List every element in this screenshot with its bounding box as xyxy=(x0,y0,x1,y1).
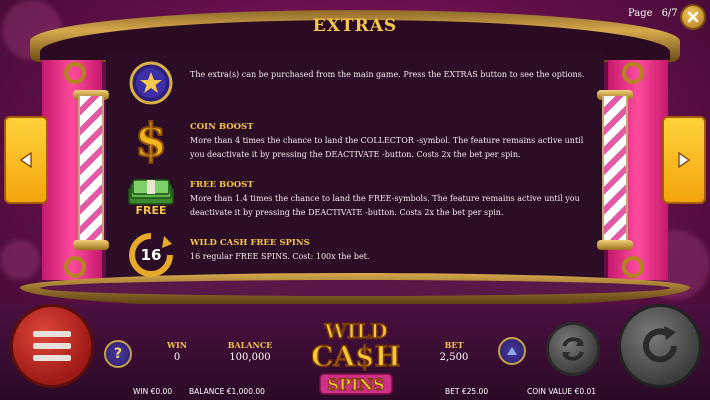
next-page-button[interactable] xyxy=(662,116,706,204)
candy-pillar-right xyxy=(602,96,628,242)
wild-cash-text: WILD CASH FREE SPINS 16 regular FREE SPI… xyxy=(190,230,590,264)
intro-row: The extra(s) can be purchased from the m… xyxy=(126,58,590,108)
free-boost-text: FREE BOOST More than 1.4 times the chanc… xyxy=(190,172,590,220)
bet-display: BET 2,500 xyxy=(434,340,474,363)
logo-text-cash: CA$H xyxy=(312,340,400,373)
bet-value: 2,500 xyxy=(439,352,469,363)
balance-label: BALANCE xyxy=(227,340,273,350)
balance-value: 100,000 xyxy=(229,352,271,363)
free-boost-description: More than 1.4 times the chance to land t… xyxy=(190,194,580,217)
autoplay-icon xyxy=(562,337,584,361)
win-value: 0 xyxy=(173,352,181,363)
bet-label: BET xyxy=(444,340,464,350)
close-button[interactable] xyxy=(680,4,706,30)
autoplay-button[interactable] xyxy=(546,322,600,376)
extras-star-badge xyxy=(126,58,176,108)
coin-boost-description: More than 4 times the chance to land the… xyxy=(190,136,584,159)
pillar-scroll-right-top xyxy=(622,62,644,84)
pillar-scroll-right-bottom xyxy=(622,256,644,278)
help-button[interactable]: ? xyxy=(104,340,132,368)
wild-cash-row: 16 WILD CASH FREE SPINS 16 regular FREE … xyxy=(126,230,590,280)
pillar-cap-left-bottom xyxy=(73,240,109,250)
free-boost-badge: FREE xyxy=(126,172,176,222)
bet-increase-button[interactable] xyxy=(498,337,526,365)
wild-cash-spins-logo: WILD CA$H SPINS xyxy=(312,318,400,395)
win-label: WIN xyxy=(166,340,188,350)
stage-floor xyxy=(40,280,670,296)
help-icon: ? xyxy=(113,346,123,362)
pillar-scroll-left-bottom xyxy=(64,256,86,278)
coin-boost-badge: $ xyxy=(126,114,176,164)
coin-boost-text: COIN BOOST More than 4 times the chance … xyxy=(190,114,590,162)
arrow-left-icon xyxy=(19,151,32,169)
page-indicator: Page 6/7 xyxy=(628,8,687,19)
free-spins-badge: 16 xyxy=(126,230,176,280)
dollar-icon: $ xyxy=(134,114,168,164)
close-icon xyxy=(687,11,699,23)
bet-money: BET €25.00 xyxy=(445,387,489,396)
page-label: Page xyxy=(628,8,653,19)
coin-value: COIN VALUE €0.01 xyxy=(527,387,597,396)
free-boost-heading: FREE BOOST xyxy=(190,180,254,190)
pillar-scroll-left-top xyxy=(64,62,86,84)
coin-boost-heading: COIN BOOST xyxy=(190,122,254,132)
logo-text-spins: SPINS xyxy=(327,375,384,394)
pillar-cap-right-bottom xyxy=(597,240,633,250)
free-spins-count: 16 xyxy=(140,246,162,264)
balance-money: BALANCE €1,000.00 xyxy=(189,387,265,396)
wild-cash-heading: WILD CASH FREE SPINS xyxy=(190,238,310,248)
win-display: WIN 0 xyxy=(160,340,194,363)
free-label: FREE xyxy=(135,203,167,217)
wild-cash-description: 16 regular FREE SPINS. Cost: 100x the be… xyxy=(190,252,370,261)
star-icon xyxy=(129,61,173,105)
menu-button[interactable] xyxy=(10,304,94,388)
page-title: EXTRAS xyxy=(312,16,398,36)
menu-icon xyxy=(33,331,71,361)
spin-icon xyxy=(643,326,677,363)
spin-button[interactable] xyxy=(618,304,702,388)
svg-text:$: $ xyxy=(135,114,167,164)
intro-text: The extra(s) can be purchased from the m… xyxy=(190,58,590,82)
coin-boost-row: $ COIN BOOST More than 4 times the chanc… xyxy=(126,114,590,164)
arrow-up-icon xyxy=(507,347,517,355)
bokeh-light xyxy=(0,240,40,280)
win-money: WIN €0.00 xyxy=(133,387,173,396)
page-value: 6/7 xyxy=(661,8,678,19)
previous-page-button[interactable] xyxy=(4,116,48,204)
balance-display: BALANCE 100,000 xyxy=(220,340,280,363)
arrow-right-icon xyxy=(678,151,691,169)
candy-pillar-left xyxy=(78,96,104,242)
free-boost-row: FREE FREE BOOST More than 1.4 times the … xyxy=(126,172,590,222)
intro-description: The extra(s) can be purchased from the m… xyxy=(190,70,585,79)
